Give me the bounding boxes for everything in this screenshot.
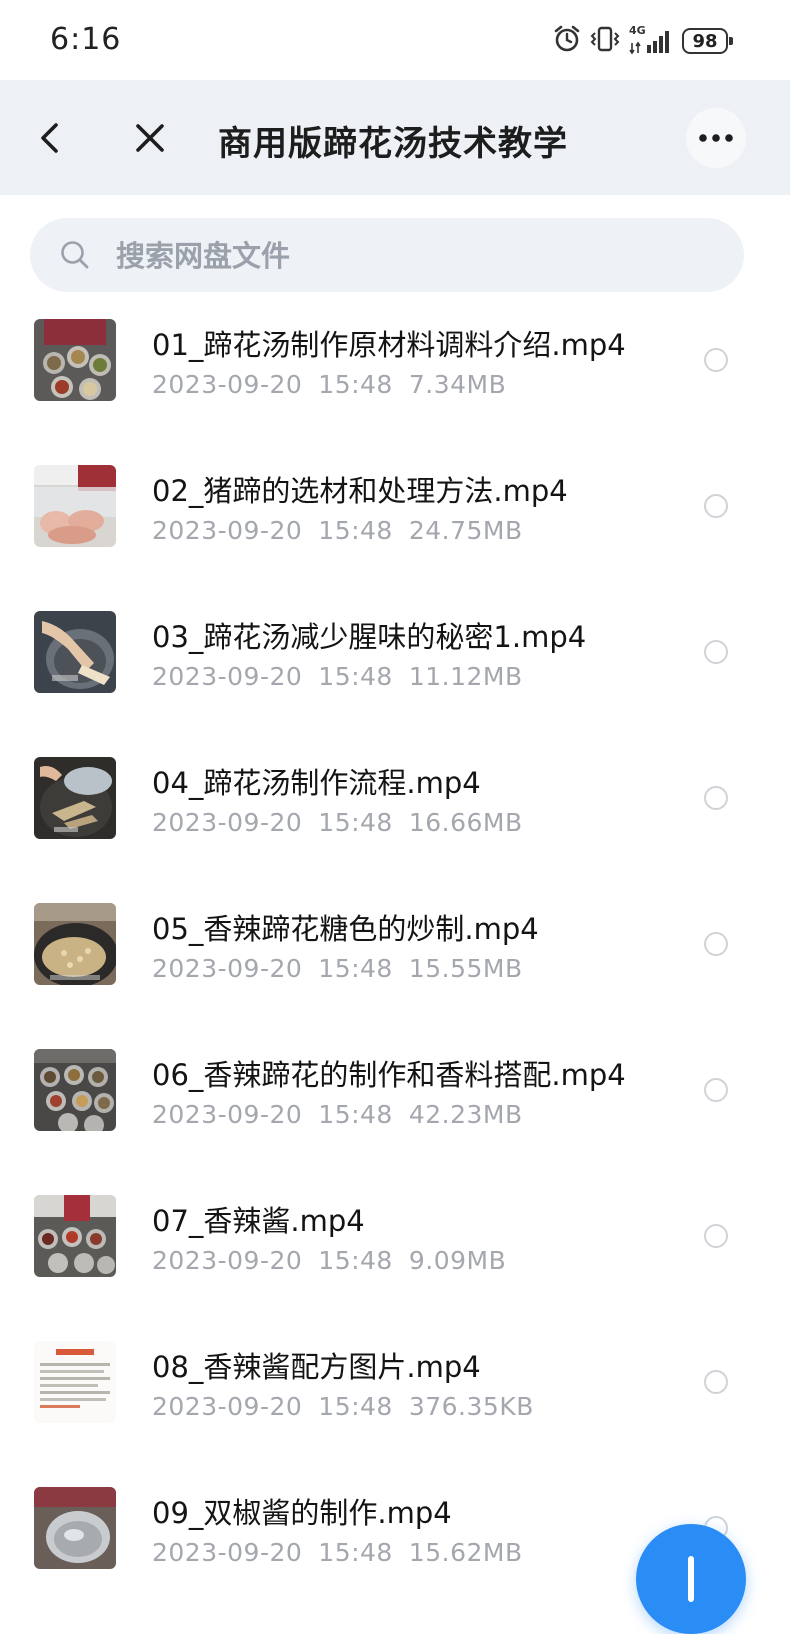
- file-size: 42.23MB: [408, 1100, 523, 1129]
- file-date: 2023-09-20: [152, 1538, 303, 1567]
- file-name: 09_双椒酱的制作.mp4: [152, 1496, 452, 1530]
- close-button[interactable]: [120, 108, 180, 168]
- page-title: 商用版蹄花汤技术教学: [218, 124, 568, 164]
- file-meta: 2023-09-20 15:48 9.09MB: [152, 1246, 522, 1275]
- video-thumbnail: [34, 465, 116, 547]
- select-radio[interactable]: [704, 348, 728, 372]
- search-bar[interactable]: [30, 218, 744, 294]
- file-time: 15:48: [318, 516, 393, 545]
- file-date: 2023-09-20: [152, 1100, 303, 1129]
- file-size: 15.55MB: [408, 954, 523, 983]
- select-radio[interactable]: [704, 786, 728, 810]
- file-name: 03_蹄花汤减少腥味的秘密1.mp4: [152, 620, 587, 654]
- file-row[interactable]: 01_蹄花汤制作原材料调料介绍.mp4 2023-09-20 15:48 7.34M…: [0, 300, 790, 446]
- more-button[interactable]: [686, 108, 746, 168]
- video-thumbnail: [34, 1487, 116, 1569]
- file-name: 01_蹄花汤制作原材料调料介绍.mp4: [152, 328, 626, 362]
- file-date: 2023-09-20: [152, 370, 303, 399]
- vibrate-icon: [590, 25, 620, 57]
- alarm-icon: [553, 25, 581, 57]
- file-name: 06_香辣蹄花的制作和香料搭配.mp4: [152, 1058, 626, 1092]
- file-meta: 2023-09-20 15:48 376.35KB: [152, 1392, 550, 1421]
- battery-indicator: 98: [682, 28, 733, 54]
- file-row[interactable]: 03_蹄花汤减少腥味的秘密1.mp4 2023-09-20 15:48 11.12M…: [0, 592, 790, 738]
- file-size: 16.66MB: [408, 808, 523, 837]
- file-time: 15:48: [318, 662, 393, 691]
- file-meta: 2023-09-20 15:48 24.75MB: [152, 516, 539, 545]
- file-row[interactable]: 04_蹄花汤制作流程.mp4 2023-09-20 15:48 16.66MB: [0, 738, 790, 884]
- file-name: 08_香辣酱配方图片.mp4: [152, 1350, 481, 1384]
- status-time: 6:16: [50, 22, 122, 57]
- file-row[interactable]: 05_香辣蹄花糖色的炒制.mp4 2023-09-20 15:48 15.55MB: [0, 884, 790, 1030]
- status-icons: 4G 98: [553, 24, 733, 58]
- file-size: 11.12MB: [408, 662, 523, 691]
- file-time: 15:48: [318, 370, 393, 399]
- search-input[interactable]: [114, 218, 718, 294]
- select-radio[interactable]: [704, 640, 728, 664]
- file-meta: 2023-09-20 15:48 11.12MB: [152, 662, 539, 691]
- video-thumbnail: [34, 757, 116, 839]
- video-thumbnail: [34, 319, 116, 401]
- video-thumbnail: [34, 903, 116, 985]
- file-meta: 2023-09-20 15:48 16.66MB: [152, 808, 539, 837]
- file-time: 15:48: [318, 1100, 393, 1129]
- file-size: 376.35KB: [408, 1392, 534, 1421]
- more-icon: [699, 134, 733, 142]
- file-meta: 2023-09-20 15:48 15.62MB: [152, 1538, 539, 1567]
- file-time: 15:48: [318, 954, 393, 983]
- video-thumbnail: [34, 1341, 116, 1423]
- file-date: 2023-09-20: [152, 808, 303, 837]
- file-time: 15:48: [318, 1246, 393, 1275]
- file-time: 15:48: [318, 808, 393, 837]
- file-list: 01_蹄花汤制作原材料调料介绍.mp4 2023-09-20 15:48 7.34M…: [0, 300, 790, 1614]
- select-radio[interactable]: [704, 1224, 728, 1248]
- file-date: 2023-09-20: [152, 516, 303, 545]
- file-row[interactable]: 07_香辣酱.mp4 2023-09-20 15:48 9.09MB: [0, 1176, 790, 1322]
- file-meta: 2023-09-20 15:48 7.34MB: [152, 370, 522, 399]
- file-meta: 2023-09-20 15:48 42.23MB: [152, 1100, 539, 1129]
- file-size: 7.34MB: [408, 370, 507, 399]
- file-time: 15:48: [318, 1392, 393, 1421]
- search-icon: [61, 241, 89, 269]
- video-thumbnail: [34, 611, 116, 693]
- file-meta: 2023-09-20 15:48 15.55MB: [152, 954, 539, 983]
- file-row[interactable]: 02_猪蹄的选材和处理方法.mp4 2023-09-20 15:48 24.75MB: [0, 446, 790, 592]
- file-date: 2023-09-20: [152, 954, 303, 983]
- file-name: 07_香辣酱.mp4: [152, 1204, 365, 1238]
- upload-fab-button[interactable]: [636, 1524, 746, 1634]
- file-size: 24.75MB: [408, 516, 523, 545]
- file-time: 15:48: [318, 1538, 393, 1567]
- close-icon: [136, 124, 164, 152]
- file-name: 02_猪蹄的选材和处理方法.mp4: [152, 474, 568, 508]
- back-arrow-icon: [41, 123, 58, 153]
- back-button[interactable]: [20, 108, 80, 168]
- file-date: 2023-09-20: [152, 1246, 303, 1275]
- select-radio[interactable]: [704, 494, 728, 518]
- file-row[interactable]: 08_香辣酱配方图片.mp4 2023-09-20 15:48 376.35KB: [0, 1322, 790, 1468]
- file-date: 2023-09-20: [152, 662, 303, 691]
- status-bar: 6:16 4G 98: [0, 0, 790, 80]
- file-size: 9.09MB: [408, 1246, 507, 1275]
- video-thumbnail: [34, 1195, 116, 1277]
- file-name: 05_香辣蹄花糖色的炒制.mp4: [152, 912, 539, 946]
- video-thumbnail: [34, 1049, 116, 1131]
- file-row[interactable]: 06_香辣蹄花的制作和香料搭配.mp4 2023-09-20 15:48 42.23…: [0, 1030, 790, 1176]
- file-size: 15.62MB: [408, 1538, 523, 1567]
- file-date: 2023-09-20: [152, 1392, 303, 1421]
- battery-level: 98: [692, 30, 718, 52]
- select-radio[interactable]: [704, 1078, 728, 1102]
- select-radio[interactable]: [704, 932, 728, 956]
- plus-icon: [688, 1556, 694, 1602]
- file-name: 04_蹄花汤制作流程.mp4: [152, 766, 481, 800]
- select-radio[interactable]: [704, 1370, 728, 1394]
- top-nav-bar: 商用版蹄花汤技术教学: [0, 80, 790, 195]
- signal-icon: 4G: [629, 24, 673, 55]
